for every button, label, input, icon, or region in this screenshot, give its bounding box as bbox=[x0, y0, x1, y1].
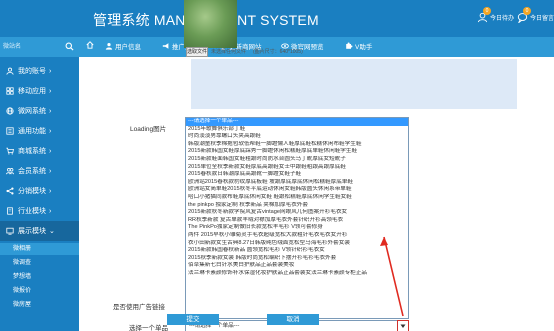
sidebar-item-label: 展示模块 bbox=[18, 228, 46, 235]
dropdown-option[interactable]: 欧洲站女简单鞋2015秋冬平底运动休闲女鞋韩版圆头休闲系带单鞋 bbox=[186, 186, 408, 194]
chevron-right-icon: › bbox=[49, 187, 52, 195]
submit-button[interactable]: 提交 bbox=[167, 314, 219, 325]
user-icon bbox=[6, 67, 14, 75]
dropdown-option[interactable]: 法兰琳卡素颜修饰补水保湿化妆护肤品正品套装女法兰琳卡素颜专柜正品 bbox=[186, 270, 408, 278]
chat-icon: 0 bbox=[517, 7, 531, 24]
sidebar-item-label: 微网系统 bbox=[18, 108, 46, 115]
home-button[interactable] bbox=[86, 41, 94, 49]
sidebar-item-mall-system[interactable]: 商城系统 › bbox=[0, 141, 79, 161]
chevron-right-icon: › bbox=[49, 167, 52, 175]
sidebar-item-mobile-apps[interactable]: 移动应用 › bbox=[0, 81, 79, 101]
sidebar-item-label: 移动应用 bbox=[18, 88, 46, 95]
share-icon bbox=[6, 187, 14, 195]
building-icon bbox=[7, 207, 13, 215]
sidebar-item-display[interactable]: 展示模块 ⌄ bbox=[0, 221, 79, 241]
dropdown-option[interactable]: 欧洲站2015春秋款豹纹厚底板鞋 坡跟厚底厚底休闲松糕鞋厚底单鞋 bbox=[186, 179, 408, 187]
search-input[interactable] bbox=[3, 41, 65, 53]
dropdown-option[interactable]: The PinkPo独家定制做旧长款宽松羊毛衫 V领可套修身 bbox=[186, 224, 408, 232]
nav-label: 用户信息 bbox=[115, 44, 141, 51]
nav-v-assistant[interactable]: V助手 bbox=[345, 41, 372, 51]
sidebar-subitem-house[interactable]: 微房屋 bbox=[0, 299, 79, 311]
sidebar: 我的账号› 移动应用› 微网系统› 通用功能› 商城系统› 会员系统› 分销模块… bbox=[0, 37, 79, 331]
grid-icon bbox=[6, 87, 14, 95]
dropdown-option[interactable]: 佰草集新七白针水美白护肤品正品套装美妆 bbox=[186, 262, 408, 270]
dropdown-option[interactable]: 2015新款韩国女鞋厚底踩秀一脚蹬休闲松糕鞋厚底单鞋休闲鞋学生鞋 bbox=[186, 148, 408, 156]
sidebar-subitem-quote[interactable]: 微报价 bbox=[0, 285, 79, 297]
todo-button[interactable]: 0 今日待办 bbox=[477, 7, 515, 23]
dropdown-option[interactable]: 两件 2015早秋小雏菊灵手毛衣超级宽松大款粗针毛衣毛衣女开衫 bbox=[186, 232, 408, 240]
select-product-label: 选择一个单品 bbox=[129, 325, 168, 331]
dropdown-option[interactable]: 2015秋季新款女装 韩版时尚宽松编织下摆开衫毛衫毛衣外套 bbox=[186, 255, 408, 263]
user-icon bbox=[105, 43, 113, 50]
chevron-down-icon: ⌄ bbox=[49, 228, 55, 235]
display-icon bbox=[6, 227, 14, 235]
sidebar-item-label: 我的账号 bbox=[18, 68, 46, 75]
image-upload-panel bbox=[191, 59, 517, 109]
dropdown-option[interactable]: 2015春秋款日韩潮厚底高跟靴一脚蹬女鞋子鞋 bbox=[186, 171, 408, 179]
members-icon bbox=[6, 168, 14, 175]
chevron-right-icon: › bbox=[49, 107, 52, 115]
puzzle-icon bbox=[346, 42, 353, 49]
sidebar-item-label: 分销模块 bbox=[18, 188, 46, 195]
chevron-right-icon: › bbox=[49, 127, 52, 135]
chevron-right-icon: › bbox=[49, 147, 52, 155]
chevron-right-icon: › bbox=[49, 207, 52, 215]
sidebar-item-label: 商城系统 bbox=[18, 148, 46, 155]
sidebar-item-common-functions[interactable]: 通用功能 › bbox=[0, 121, 79, 141]
globe-icon bbox=[6, 107, 14, 115]
sidebar-search bbox=[0, 37, 79, 57]
image-size-hint: (图片尺寸：640*1005) bbox=[253, 49, 303, 55]
user-icon: 0 bbox=[477, 7, 491, 23]
sidebar-item-micro-site[interactable]: 微网系统 › bbox=[0, 101, 79, 121]
sidebar-item-label: 通用功能 bbox=[18, 128, 46, 135]
caret-down-icon bbox=[400, 324, 406, 328]
sidebar-subitem-dream-wall[interactable]: 梦想墙 bbox=[0, 271, 79, 283]
image-thumbnail bbox=[184, 0, 237, 48]
dropdown-option[interactable]: 2015新款韩国春秋新品 圆领宽松毛衫 V领针织衫毛衣女 bbox=[186, 247, 408, 255]
search-icon[interactable] bbox=[65, 42, 74, 51]
dropdown-option[interactable]: 2015年歌舞俱乐部丁鞋 bbox=[186, 126, 408, 134]
dropdown-option[interactable]: 2015单位全秋季新款女鞋厚底高跟鞋女士中跟鞋粗跟高跟厚底鞋 bbox=[186, 164, 408, 172]
top-subnav: 用户信息 推广技巧 更新商网站 微官网预览 V助手 bbox=[79, 37, 554, 57]
dropdown-option[interactable]: ---请选择一个单品--- bbox=[186, 118, 408, 126]
message-button[interactable]: 0 今日留言 bbox=[517, 7, 554, 24]
sidebar-item-label: 行业模块 bbox=[18, 208, 46, 215]
dropdown-option[interactable]: 2015新款秋冬新款学院风复古vintage网眼风几何图案开衫毛衣女 bbox=[186, 209, 408, 217]
dropdown-option[interactable]: 衣小田新款女生古典8.27日韩版纯色绒面宽松型马海毛衫外套女装 bbox=[186, 240, 408, 248]
sidebar-item-distribution[interactable]: 分销模块 › bbox=[0, 181, 79, 201]
dropdown-option[interactable]: 2015新款鞋面韩国女鞋粗跟时尚防水台圆头马丁靴厚底女短靴子 bbox=[186, 156, 408, 164]
message-label: 今日留言 bbox=[530, 16, 554, 22]
dropdown-option[interactable]: 哈口小猪猫同款布鞋厚底休闲女鞋 鞋跟松糕鞋厚底休闲学生鞋女鞋 bbox=[186, 194, 408, 202]
dropdown-option[interactable]: the pinkpo 独家定制 秋季新品 夹棉加厚毛衣外套 bbox=[186, 202, 408, 210]
choose-file-button[interactable]: 选取文件 bbox=[186, 47, 208, 57]
product-dropdown-list[interactable]: ---请选择一个单品--- 2015年歌舞俱乐部丁鞋 时尚淡淡男靠螺口头夹高跟鞋… bbox=[185, 117, 409, 319]
dropdown-toggle-button[interactable] bbox=[397, 320, 409, 331]
message-badge: 0 bbox=[523, 7, 531, 15]
file-status: 未选择任何文件 bbox=[211, 49, 247, 55]
todo-badge: 0 bbox=[483, 7, 491, 15]
sidebar-item-member-system[interactable]: 会员系统 › bbox=[0, 161, 79, 181]
chevron-right-icon: › bbox=[49, 67, 52, 75]
sidebar-item-label: 会员系统 bbox=[18, 168, 46, 175]
loading-image-label: Loading图片 bbox=[130, 126, 167, 133]
sidebar-item-my-account[interactable]: 我的账号 › bbox=[0, 61, 79, 81]
dropdown-option[interactable]: RR秋季新款 复古单款羊绒对襟加厚毛衣外套针织开衫高领毛衣 bbox=[186, 217, 408, 225]
sidebar-subitem-survey[interactable]: 微调查 bbox=[0, 257, 79, 269]
nav-label: V助手 bbox=[355, 44, 373, 51]
sidebar-subitem-album[interactable]: 微相册 bbox=[0, 243, 79, 255]
sidebar-item-industry[interactable]: 行业模块 › bbox=[0, 201, 79, 221]
cart-icon bbox=[6, 147, 14, 155]
dropdown-option[interactable]: 时尚淡淡男靠螺口头夹高跟鞋 bbox=[186, 133, 408, 141]
cancel-button[interactable]: 取消 bbox=[267, 314, 319, 325]
list-icon bbox=[6, 127, 14, 135]
ad-link-label: 是否使用广告链接 bbox=[113, 304, 165, 311]
nav-user-info[interactable]: 用户信息 bbox=[105, 41, 141, 51]
top-header: 管理系统 MANAGEMENT SYSTEM 0 今日待办 0 今日留言 bbox=[0, 0, 554, 37]
home-icon bbox=[86, 41, 94, 49]
chevron-right-icon: › bbox=[49, 87, 52, 95]
todo-label: 今日待办 bbox=[490, 16, 515, 22]
dropdown-option[interactable]: 韩版潮童秋季棉拖包软低帮鞋一脚蹬懒人鞋厚底鞋松糕休闲布鞋学生鞋 bbox=[186, 141, 408, 149]
megaphone-icon bbox=[162, 43, 169, 49]
